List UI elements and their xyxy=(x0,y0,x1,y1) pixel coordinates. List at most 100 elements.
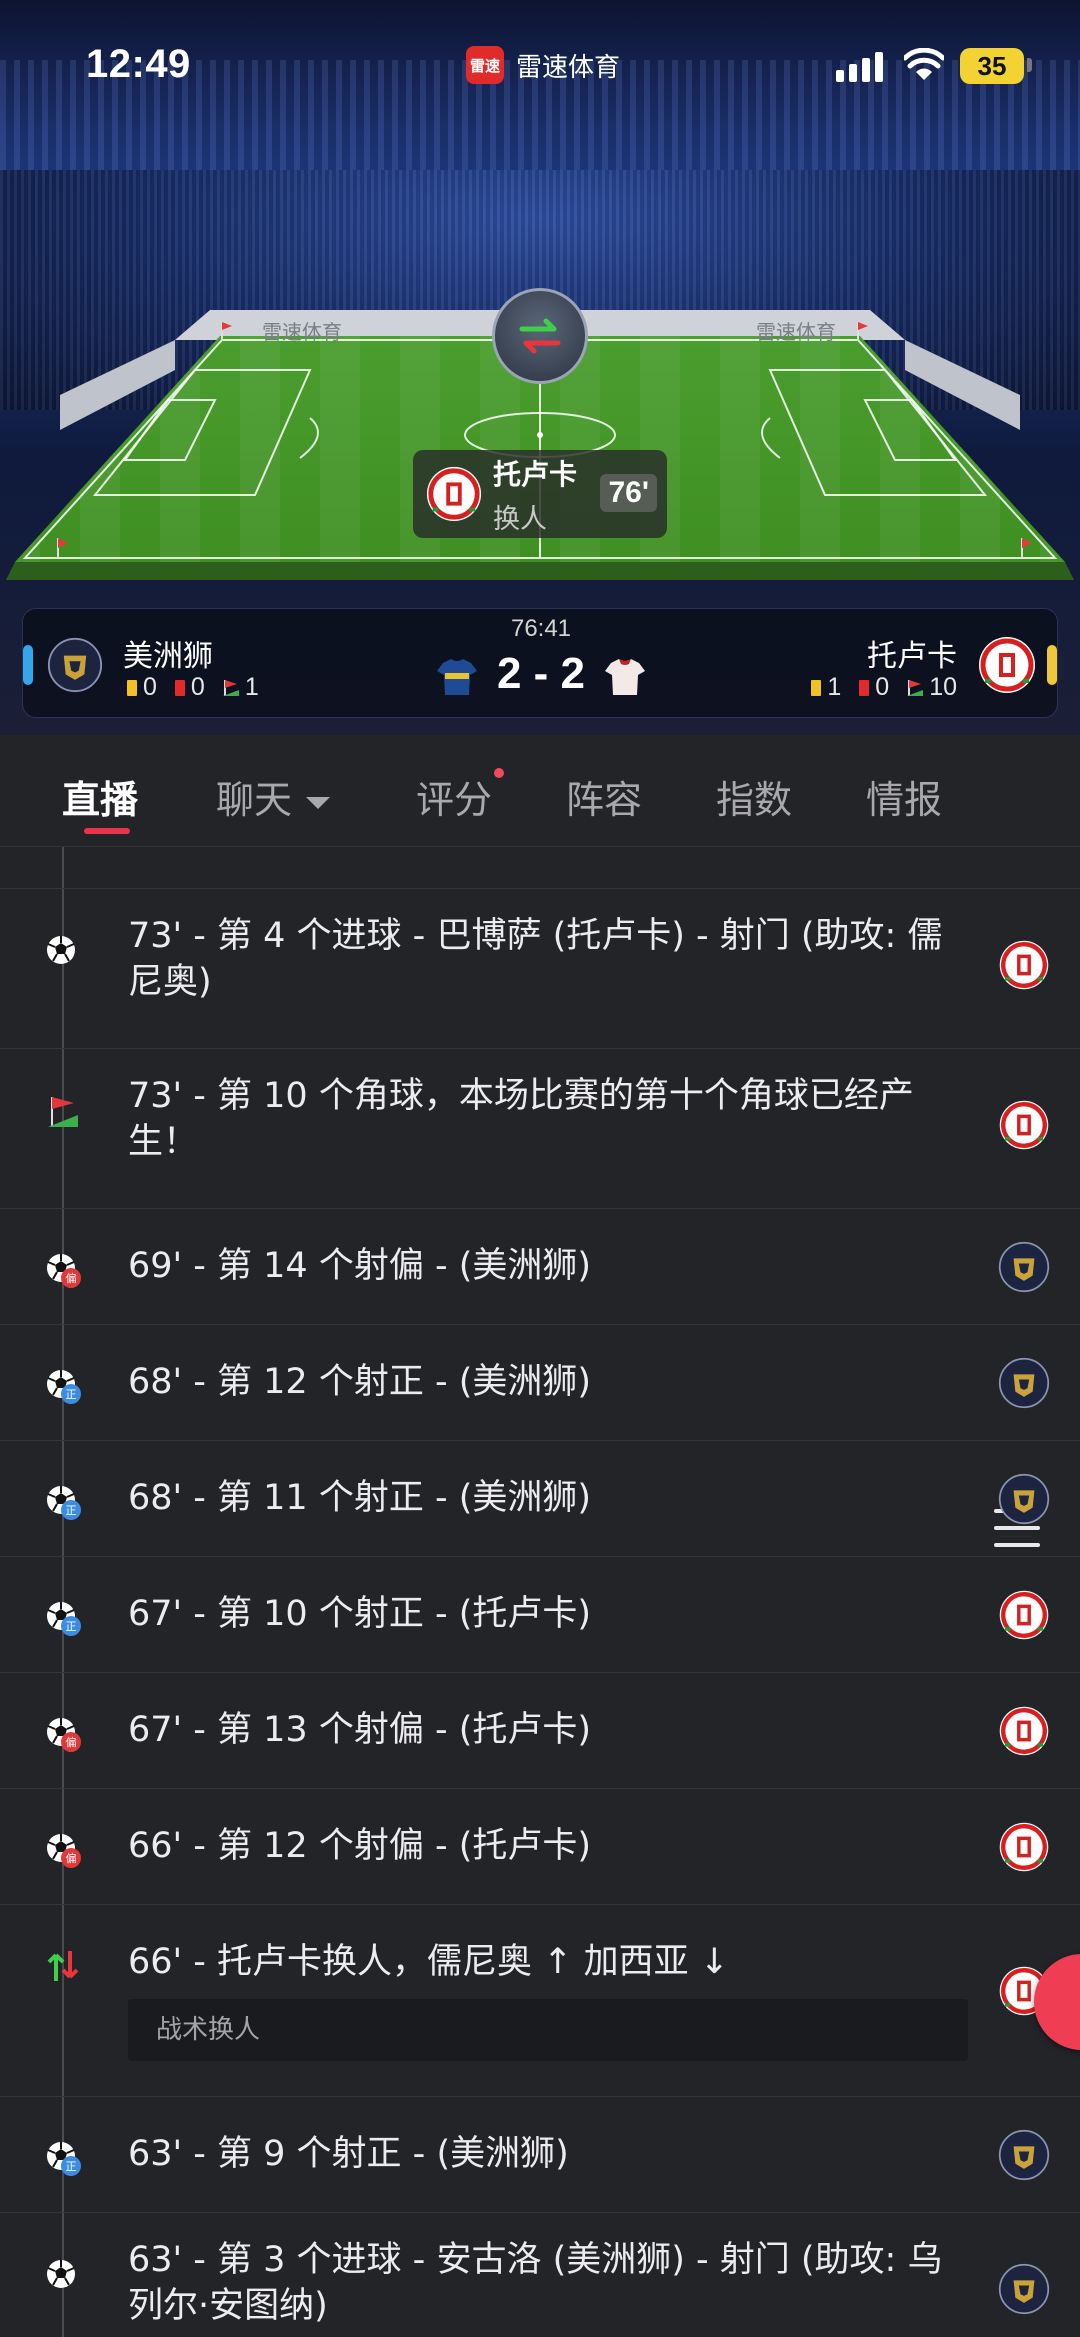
team-crest xyxy=(998,1241,1050,1293)
list-item[interactable]: 正 63' - 第 9 个射正 - (美洲狮) xyxy=(0,2097,1080,2213)
popup-action: 换人 xyxy=(493,503,547,535)
team-crest xyxy=(998,939,1050,991)
notification-dot xyxy=(494,768,504,778)
tab-chat[interactable]: 聊天 xyxy=(216,769,331,824)
tab-intel[interactable]: 情报 xyxy=(866,769,942,824)
ad-board-right: 雷速体育 xyxy=(756,320,836,344)
tab-lineup[interactable]: 阵容 xyxy=(566,769,642,824)
list-item[interactable]: 63' - 第 3 个进球 - 安古洛 (美洲狮) - 射门 (助攻: 乌列尔·… xyxy=(0,2213,1080,2337)
team-crest xyxy=(998,1473,1050,1525)
red-card-icon xyxy=(859,679,870,696)
event-text: 73' - 第 4 个进球 - 巴博萨 (托卢卡) - 射门 (助攻: 儒尼奥) xyxy=(128,916,943,1002)
chevron-down-icon xyxy=(306,796,331,809)
yellow-card-icon xyxy=(811,679,822,696)
toluca-crest-icon xyxy=(999,1822,1049,1872)
pumas-crest-icon xyxy=(998,1473,1050,1525)
event-text: 67' - 第 13 个射偏 - (托卢卡) xyxy=(128,1710,592,1750)
shot-on-target-icon: 正 xyxy=(44,1483,82,1521)
svg-text:偏: 偏 xyxy=(66,1271,77,1285)
popup-minute: 76' xyxy=(600,474,657,512)
shot-off-target-icon: 偏 xyxy=(44,1251,82,1289)
pumas-crest-icon xyxy=(998,1241,1050,1293)
team-crest xyxy=(998,1357,1050,1409)
app-brand: 雷速 雷速体育 xyxy=(466,46,620,84)
pumas-crest-icon xyxy=(998,1357,1050,1409)
active-tab-indicator xyxy=(84,828,130,834)
list-item[interactable]: 偏 69' - 第 14 个射偏 - (美洲狮) xyxy=(0,1209,1080,1325)
match-hero: 雷速体育 雷速体育 12:49 雷速 雷速体育 35 托卢卡 换人 76' 美洲… xyxy=(0,0,1080,735)
event-text: 63' - 第 3 个进球 - 安古洛 (美洲狮) - 射门 (助攻: 乌列尔·… xyxy=(128,2240,943,2326)
away-red-count: 0 xyxy=(875,673,890,701)
away-yellow-count: 1 xyxy=(827,673,842,701)
app-name: 雷速体育 xyxy=(516,52,621,83)
list-item[interactable]: 正 67' - 第 10 个射正 - (托卢卡) xyxy=(0,1557,1080,1673)
event-text: 67' - 第 10 个射正 - (托卢卡) xyxy=(128,1594,592,1634)
scoreboard: 美洲狮 0 0 1 76:41 2 - 2 托卢卡 1 0 10 xyxy=(22,608,1058,718)
tab-chat-label: 聊天 xyxy=(216,778,293,822)
live-event-popup: 托卢卡 换人 76' xyxy=(413,450,667,538)
wifi-icon xyxy=(904,48,944,80)
away-team-name[interactable]: 托卢卡 xyxy=(867,631,957,675)
popup-team-name: 托卢卡 xyxy=(493,457,578,491)
event-text: 69' - 第 14 个射偏 - (美洲狮) xyxy=(128,1246,592,1286)
list-item[interactable]: 73' - 第 10 个角球，本场比赛的第十个角球已经产生！ xyxy=(0,1049,1080,1209)
toluca-crest-icon xyxy=(999,1100,1049,1150)
event-text: 66' - 第 12 个射偏 - (托卢卡) xyxy=(128,1826,592,1866)
shot-off-target-icon: 偏 xyxy=(44,1715,82,1753)
shot-on-target-icon: 正 xyxy=(44,1599,82,1637)
team-crest xyxy=(998,2129,1050,2181)
toluca-crest-icon[interactable] xyxy=(977,635,1037,695)
goal-icon xyxy=(44,2257,82,2295)
list-item[interactable]: 偏 66' - 第 12 个射偏 - (托卢卡) xyxy=(0,1789,1080,1905)
away-corner-count: 10 xyxy=(929,673,957,701)
corner-flag-icon xyxy=(44,1093,82,1131)
list-item[interactable]: 66' - 托卢卡换人，儒尼奥 ↑ 加西亚 ↓ 战术换人 xyxy=(0,1905,1080,2097)
app-logo: 雷速 xyxy=(466,46,504,84)
svg-text:正: 正 xyxy=(66,2160,77,2173)
event-text: 66' - 托卢卡换人，儒尼奥 ↑ 加西亚 ↓ xyxy=(128,1942,730,1982)
tab-live[interactable]: 直播 xyxy=(62,769,138,824)
shot-on-target-icon: 正 xyxy=(44,2139,82,2177)
event-text: 68' - 第 12 个射正 - (美洲狮) xyxy=(128,1362,592,1402)
shot-on-target-icon: 正 xyxy=(44,1367,82,1405)
ad-board-left: 雷速体育 xyxy=(262,320,342,344)
cellular-signal-icon xyxy=(836,50,883,82)
away-kit-icon xyxy=(605,659,645,695)
team-crest xyxy=(998,1705,1050,1757)
substitution-icon xyxy=(44,1947,82,1985)
pumas-crest-icon xyxy=(998,2129,1050,2181)
goal-icon xyxy=(44,933,82,971)
event-text: 63' - 第 9 个射正 - (美洲狮) xyxy=(128,2134,569,2174)
svg-text:偏: 偏 xyxy=(66,1851,77,1865)
corner-flag-icon xyxy=(907,679,924,696)
list-item[interactable]: 73' - 第 4 个进球 - 巴博萨 (托卢卡) - 射门 (助攻: 儒尼奥) xyxy=(0,889,1080,1049)
toluca-crest-icon xyxy=(999,1706,1049,1756)
list-item[interactable]: 偏 67' - 第 13 个射偏 - (托卢卡) xyxy=(0,1673,1080,1789)
team-crest xyxy=(998,1821,1050,1873)
swap-arrows-icon xyxy=(519,318,561,354)
svg-text:正: 正 xyxy=(66,1388,77,1401)
tab-rating[interactable]: 评分 xyxy=(416,769,492,824)
toluca-crest-icon xyxy=(426,466,482,522)
switch-view-button[interactable] xyxy=(492,288,588,384)
event-text: 68' - 第 11 个射正 - (美洲狮) xyxy=(128,1478,592,1518)
list-item[interactable]: 正 68' - 第 11 个射正 - (美洲狮) xyxy=(0,1441,1080,1557)
list-item[interactable]: 正 68' - 第 12 个射正 - (美洲狮) xyxy=(0,1325,1080,1441)
svg-text:正: 正 xyxy=(66,1504,77,1517)
live-event-feed[interactable]: 73' - 第 4 个进球 - 巴博萨 (托卢卡) - 射门 (助攻: 儒尼奥)… xyxy=(0,847,1080,2337)
toluca-crest-icon xyxy=(999,1590,1049,1640)
toluca-crest-icon xyxy=(999,940,1049,990)
tab-odds-index[interactable]: 指数 xyxy=(716,769,792,824)
shot-off-target-icon: 偏 xyxy=(44,1831,82,1869)
battery-tip xyxy=(1027,58,1032,72)
event-note: 战术换人 xyxy=(128,1999,968,2061)
team-crest xyxy=(998,1589,1050,1641)
team-crest xyxy=(998,1099,1050,1151)
team-crest xyxy=(998,2263,1050,2315)
tab-bar: 直播 聊天 评分 阵容 指数 情报 xyxy=(0,735,1080,1547)
svg-text:正: 正 xyxy=(66,1620,77,1633)
event-text: 73' - 第 10 个角球，本场比赛的第十个角球已经产生！ xyxy=(128,1076,914,1162)
pumas-crest-icon xyxy=(998,2263,1050,2315)
list-item xyxy=(0,847,1080,889)
battery-indicator: 35 xyxy=(960,48,1024,84)
